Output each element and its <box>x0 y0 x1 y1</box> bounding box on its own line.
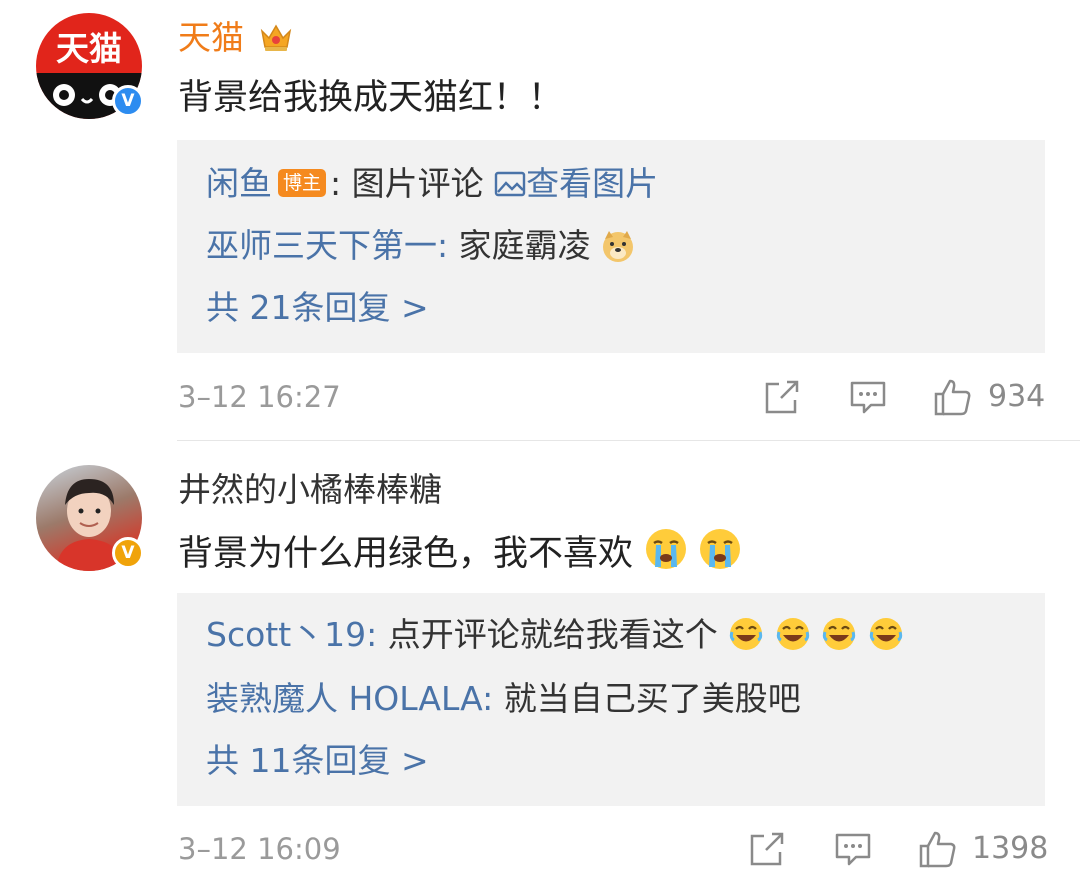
comment-item: 天猫 V 天猫 背景给我换成天猫红！！ 闲鱼 博主: 图片评论 查看图片 巫师三… <box>0 0 1080 440</box>
like-count: 934 <box>988 379 1046 414</box>
reply-username[interactable]: 装熟魔人 HOLALA: <box>206 679 493 718</box>
reply-text: 点开评论就给我看这个 <box>387 615 718 654</box>
reply-text: 图片评论 <box>351 164 484 203</box>
reply-username[interactable]: 闲鱼 <box>206 164 272 203</box>
reply-username[interactable]: Scott丶19: <box>206 615 377 654</box>
view-image-label[interactable]: 查看图片 <box>526 164 658 203</box>
reply-username[interactable]: 巫师三天下第一: <box>206 226 448 265</box>
verified-icon: V <box>112 85 144 117</box>
timestamp: 3–12 16:27 <box>178 380 341 414</box>
comment-text: 背景为什么用绿色，我不喜欢 <box>178 527 742 576</box>
reply-item[interactable]: 装熟魔人 HOLALA: 就当自己买了美股吧 <box>206 679 801 719</box>
crown-icon <box>260 24 291 51</box>
crying-emoji <box>700 529 741 569</box>
crying-emoji <box>646 529 687 569</box>
like-icon[interactable] <box>918 830 958 868</box>
username-text[interactable]: 天猫 <box>178 18 244 57</box>
comment-icon[interactable] <box>834 832 872 868</box>
reply-box[interactable]: 闲鱼 博主: 图片评论 查看图片 巫师三天下第一: 家庭霸凌 共 21条回复 > <box>177 140 1045 353</box>
doge-emoji <box>603 231 634 262</box>
share-icon[interactable] <box>748 832 786 868</box>
image-icon <box>494 171 526 197</box>
like-icon[interactable] <box>933 378 973 416</box>
like-count: 1398 <box>972 831 1049 866</box>
avatar[interactable]: 天猫 V <box>36 13 144 119</box>
laugh-emoji-group <box>728 615 904 654</box>
reply-item[interactable]: 闲鱼 博主: 图片评论 查看图片 <box>206 164 658 204</box>
username[interactable]: 天猫 <box>178 18 293 58</box>
reply-separator: : <box>330 164 342 203</box>
reply-text: 就当自己买了美股吧 <box>503 679 801 718</box>
comment-text-content: 背景为什么用绿色，我不喜欢 <box>178 534 634 574</box>
comment-item: V 井然的小橘棒棒糖 背景为什么用绿色，我不喜欢 Scott丶19: 点开评论就… <box>0 441 1080 881</box>
laugh-cry-emoji <box>869 618 902 650</box>
laugh-cry-emoji <box>776 618 809 650</box>
username[interactable]: 井然的小橘棒棒糖 <box>178 470 442 510</box>
reply-item[interactable]: 巫师三天下第一: 家庭霸凌 <box>206 226 635 266</box>
verified-icon: V <box>112 537 144 569</box>
timestamp: 3–12 16:09 <box>178 832 341 866</box>
view-all-replies-link[interactable]: 共 21条回复 > <box>206 288 429 328</box>
comment-icon[interactable] <box>849 380 887 416</box>
reply-text: 家庭霸凌 <box>458 226 591 265</box>
view-all-replies-link[interactable]: 共 11条回复 > <box>206 741 429 781</box>
avatar[interactable]: V <box>36 465 144 571</box>
laugh-cry-emoji <box>823 618 856 650</box>
avatar-logo-text: 天猫 <box>56 29 122 68</box>
share-icon[interactable] <box>763 380 801 416</box>
reply-box[interactable]: Scott丶19: 点开评论就给我看这个 装熟魔人 HOLALA: 就当自己买了… <box>177 593 1045 806</box>
reply-item[interactable]: Scott丶19: 点开评论就给我看这个 <box>206 615 904 655</box>
view-image-link[interactable]: 查看图片 <box>494 164 658 203</box>
laugh-cry-emoji <box>730 618 763 650</box>
blogger-badge: 博主 <box>278 169 327 197</box>
comment-text: 背景给我换成天猫红！！ <box>178 78 564 118</box>
